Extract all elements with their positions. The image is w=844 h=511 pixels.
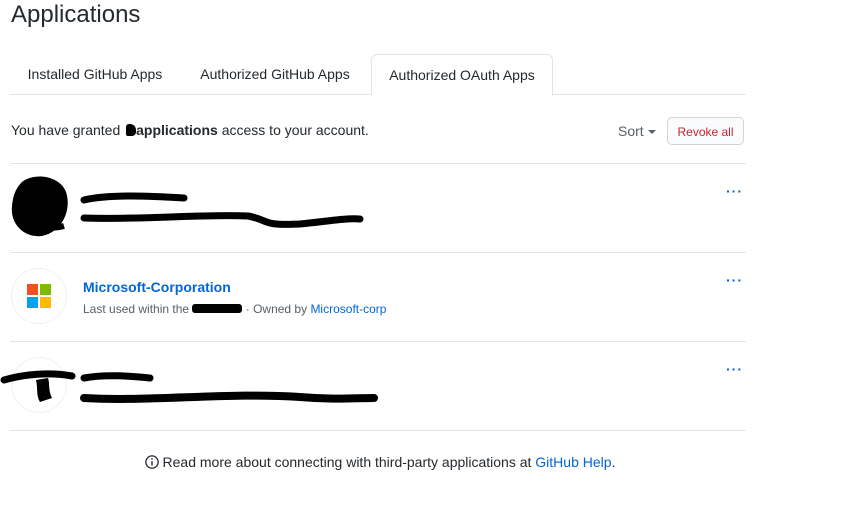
app-meta-prefix: Last used within the [83, 302, 193, 316]
tab-authorized-oauth-apps[interactable]: Authorized OAuth Apps [371, 54, 553, 96]
footer-help: Read more about connecting with third-pa… [0, 454, 760, 470]
tab-authorized-github-apps[interactable]: Authorized GitHub Apps [185, 54, 365, 94]
app-avatar[interactable] [12, 269, 66, 323]
app-owner-link[interactable]: Microsoft-corp [310, 302, 386, 316]
ms-logo-blue [27, 297, 38, 308]
ms-logo-red [27, 284, 38, 295]
ms-logo-yellow [40, 297, 51, 308]
app-row: ··· [10, 164, 746, 252]
app-meta-middle: · Owned by [242, 302, 311, 316]
app-avatar[interactable] [12, 358, 66, 412]
page-title: Applications [11, 1, 141, 28]
app-meta: Last used within the · Owned by Microsof… [83, 302, 386, 316]
app-options-kebab-icon[interactable]: ··· [726, 272, 743, 288]
summary-bold: applications [136, 122, 218, 138]
app-avatar[interactable] [12, 180, 66, 234]
github-help-link[interactable]: GitHub Help [535, 454, 611, 470]
info-icon [144, 455, 159, 469]
app-row: ··· [10, 342, 746, 430]
redacted-duration [192, 304, 243, 313]
sort-label: Sort [618, 123, 644, 139]
app-row: Microsoft-Corporation Last used within t… [10, 253, 746, 341]
microsoft-logo [27, 284, 51, 308]
caret-down-icon [647, 130, 656, 134]
revoke-all-button[interactable]: Revoke all [667, 117, 744, 145]
divider [10, 430, 746, 431]
sort-dropdown[interactable]: Sort [618, 123, 656, 139]
granted-summary: You have granted applications access to … [11, 120, 369, 140]
app-options-kebab-icon[interactable]: ··· [726, 183, 743, 199]
summary-suffix: access to your account. [217, 122, 369, 138]
summary-prefix: You have granted [11, 122, 125, 138]
ms-logo-green [40, 284, 51, 295]
footer-text: Read more about connecting with third-pa… [162, 454, 536, 470]
redacted-count [126, 124, 137, 136]
footer-end: . [611, 454, 616, 470]
tab-installed-github-apps[interactable]: Installed GitHub Apps [10, 54, 180, 94]
app-options-kebab-icon[interactable]: ··· [726, 361, 743, 377]
app-name-link[interactable]: Microsoft-Corporation [83, 279, 231, 295]
tab-bar: Installed GitHub Apps Authorized GitHub … [10, 54, 746, 96]
